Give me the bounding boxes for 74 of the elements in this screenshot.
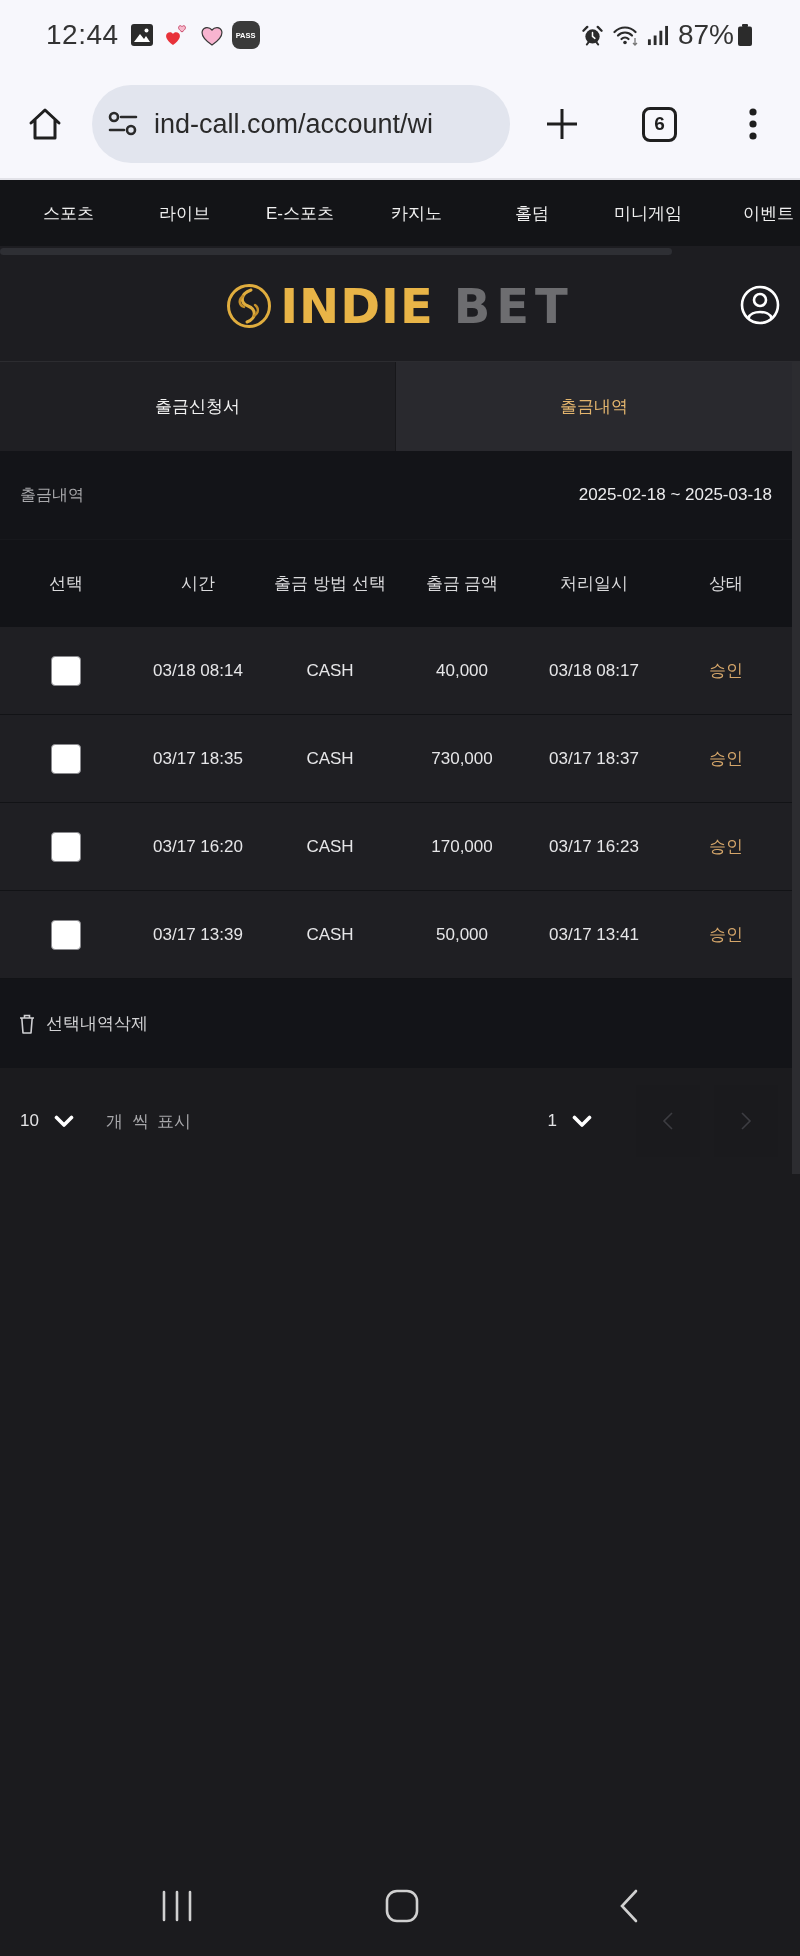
recent-apps-icon[interactable] xyxy=(161,1890,192,1922)
vertical-scrollbar[interactable] xyxy=(792,362,800,1174)
section-title: 출금내역 xyxy=(20,484,84,505)
page-size-label: 개 씩 표시 xyxy=(105,1110,192,1133)
nav-item[interactable]: 미니게임 xyxy=(590,201,706,225)
chevron-down-icon xyxy=(572,1114,592,1128)
address-bar[interactable]: ind-call.com/account/wi xyxy=(92,85,510,163)
status-cell-text: 승인 xyxy=(708,748,744,770)
amount-cell-text: 170,000 xyxy=(430,836,494,857)
nav-item[interactable]: 스포츠 xyxy=(10,201,126,225)
wifi-icon xyxy=(612,24,639,46)
nav-item[interactable]: 이벤트 xyxy=(706,201,800,225)
site-settings-icon[interactable] xyxy=(108,111,138,137)
checkbox[interactable] xyxy=(51,655,81,686)
picture-icon xyxy=(130,24,153,46)
back-icon[interactable] xyxy=(618,1889,639,1923)
processed-time-cell-text: 03/17 13:41 xyxy=(548,924,640,945)
nav-item[interactable]: 카지노 xyxy=(358,201,474,225)
status-cell-text: 승인 xyxy=(708,836,744,858)
signal-icon xyxy=(646,24,668,46)
nav-item[interactable]: E-스포츠 xyxy=(242,201,358,225)
page-select[interactable]: 1 xyxy=(547,1111,592,1131)
column-header: 처리일시 xyxy=(559,573,629,595)
method-cell-text: CASH xyxy=(305,836,355,857)
home-icon[interactable] xyxy=(28,107,62,141)
time-cell-text: 03/18 08:14 xyxy=(152,660,244,681)
alarm-clock-icon xyxy=(581,24,603,46)
page-size-select[interactable]: 10 xyxy=(20,1111,74,1131)
column-header: 출금 금액 xyxy=(424,573,500,595)
tab[interactable]: 출금신청서 xyxy=(0,362,395,451)
battery-percent: 87% xyxy=(677,19,734,51)
column-header: 시간 xyxy=(180,573,216,595)
time-cell-text: 03/17 13:39 xyxy=(152,924,244,945)
nav-item[interactable]: 홀덤 xyxy=(474,201,590,225)
chevron-right-icon xyxy=(740,1111,752,1131)
nav-item[interactable]: 라이브 xyxy=(126,201,242,225)
tab-count-button[interactable]: 6 xyxy=(642,106,677,142)
time-cell-text: 03/17 18:35 xyxy=(152,748,244,769)
processed-time-cell-text: 03/18 08:17 xyxy=(548,660,640,681)
logo-wordmark: INDIE BET xyxy=(280,281,574,330)
amount-cell-text: 40,000 xyxy=(435,660,489,681)
time-cell-text: 03/17 16:20 xyxy=(152,836,244,857)
column-header: 출금 방법 선택 xyxy=(273,573,387,595)
chevron-down-icon xyxy=(53,1114,74,1128)
column-header: 선택 xyxy=(48,573,84,595)
battery-icon xyxy=(738,24,752,46)
hearts-icon xyxy=(163,23,188,47)
processed-time-cell-text: 03/17 18:37 xyxy=(548,748,640,769)
checkbox[interactable] xyxy=(51,919,81,950)
column-header: 상태 xyxy=(708,573,744,595)
url-text: ind-call.com/account/wi xyxy=(154,108,434,140)
scrollbar[interactable] xyxy=(0,247,672,255)
method-cell-text: CASH xyxy=(305,660,355,681)
heart-icon xyxy=(199,24,224,46)
amount-cell-text: 50,000 xyxy=(435,924,489,945)
status-cell-text: 승인 xyxy=(708,660,744,682)
amount-cell-text: 730,000 xyxy=(430,748,494,769)
checkbox[interactable] xyxy=(51,831,81,862)
method-cell-text: CASH xyxy=(305,924,355,945)
trash-icon xyxy=(19,1013,35,1034)
logo-icon xyxy=(226,282,273,329)
chevron-left-icon xyxy=(662,1111,674,1131)
menu-icon[interactable] xyxy=(749,108,757,140)
new-tab-icon[interactable] xyxy=(546,108,578,140)
method-cell-text: CASH xyxy=(305,748,355,769)
checkbox[interactable] xyxy=(51,743,81,774)
user-account-icon[interactable] xyxy=(740,285,780,325)
home-button-icon[interactable] xyxy=(384,1889,419,1923)
delete-selected-button[interactable]: 선택내역삭제 xyxy=(19,1012,148,1035)
date-range: 2025-02-18 ~ 2025-03-18 xyxy=(578,485,772,505)
tab[interactable]: 출금내역 xyxy=(395,362,792,451)
status-cell-text: 승인 xyxy=(708,924,744,946)
processed-time-cell-text: 03/17 16:23 xyxy=(548,836,640,857)
clock-time: 12:44 xyxy=(46,19,119,51)
